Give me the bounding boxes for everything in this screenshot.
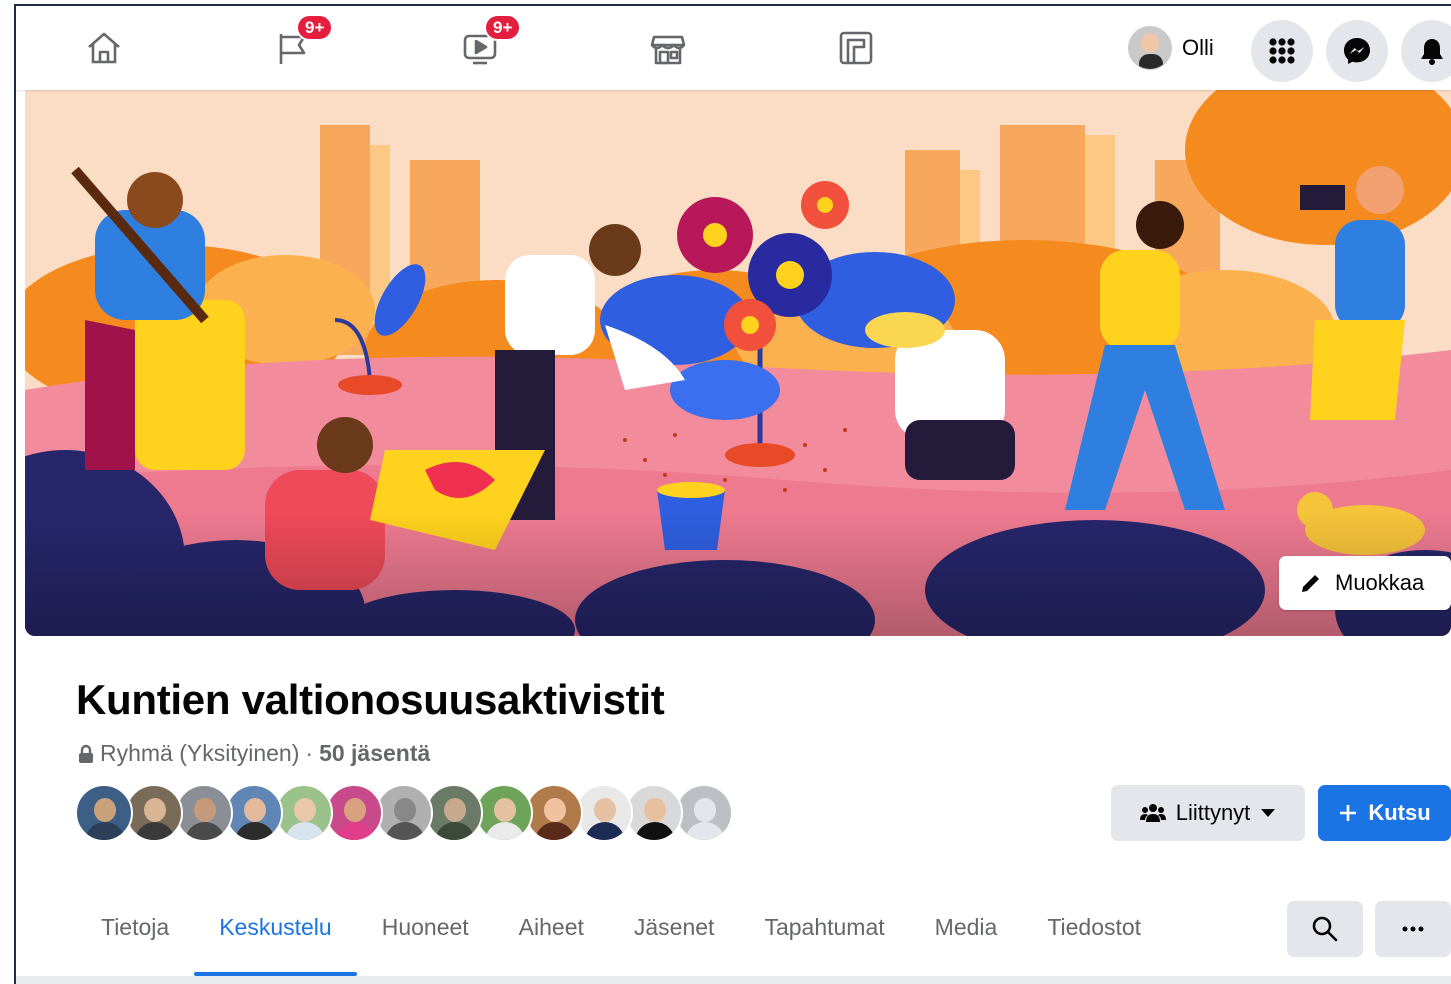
edit-cover-button[interactable]: Muokkaa: [1279, 556, 1451, 610]
video-icon[interactable]: 9+: [458, 14, 522, 70]
member-avatar[interactable]: [575, 784, 633, 842]
content-divider: [16, 976, 1451, 984]
tab-1[interactable]: Keskustelu: [194, 900, 357, 976]
member-avatar[interactable]: [675, 784, 733, 842]
gaming-icon[interactable]: [834, 26, 878, 70]
bell-icon: [1421, 39, 1443, 65]
caret-down-icon: [1261, 809, 1276, 817]
member-avatar[interactable]: [375, 784, 433, 842]
member-avatar[interactable]: [225, 784, 283, 842]
edit-cover-label: Muokkaa: [1335, 570, 1425, 595]
tab-3[interactable]: Aiheet: [494, 900, 609, 976]
tab-0[interactable]: Tietoja: [76, 900, 194, 976]
joined-label: Liittynyt: [1175, 800, 1251, 825]
member-avatar[interactable]: [625, 784, 683, 842]
ellipsis-icon: [1402, 926, 1424, 932]
profile-name: Olli: [1182, 35, 1214, 60]
group-privacy[interactable]: Ryhmä (Yksityinen): [100, 740, 299, 767]
invite-button[interactable]: Kutsu: [1318, 785, 1451, 841]
group-tabs: Tietoja Keskustelu Huoneet Aiheet Jäsenet Tap…: [76, 900, 1166, 976]
plus-icon: [1340, 805, 1357, 821]
meta-separator: ·: [305, 740, 314, 766]
video-badge: 9+: [484, 14, 522, 41]
invite-label: Kutsu: [1368, 800, 1431, 825]
tab-7[interactable]: Tiedostot: [1022, 900, 1166, 976]
cover-photo: [25, 90, 1451, 636]
joined-button[interactable]: Liittynyt: [1111, 785, 1305, 841]
group-title: Kuntien valtionosuusaktivistit: [76, 676, 665, 723]
member-avatar[interactable]: [75, 784, 133, 842]
member-facepile[interactable]: [75, 784, 733, 842]
home-icon[interactable]: [82, 26, 126, 70]
grid-menu-button[interactable]: [1251, 20, 1313, 82]
member-avatar[interactable]: [525, 784, 583, 842]
pages-badge: 9+: [296, 14, 334, 41]
top-navigation: 9+ 9+ Olli: [16, 6, 1451, 90]
pages-flag-icon[interactable]: 9+: [270, 14, 334, 70]
tab-2[interactable]: Huoneet: [357, 900, 494, 976]
members-icon: [1139, 804, 1166, 822]
tab-6[interactable]: Media: [910, 900, 1023, 976]
tab-4[interactable]: Jäsenet: [609, 900, 740, 976]
messenger-icon: [1344, 38, 1370, 64]
member-avatar[interactable]: [175, 784, 233, 842]
member-count[interactable]: 50 jäsentä: [319, 740, 430, 767]
avatar: [1128, 26, 1172, 70]
search-icon: [1312, 916, 1338, 942]
search-button[interactable]: [1287, 901, 1363, 957]
more-options-button[interactable]: [1375, 901, 1451, 957]
pencil-icon: [1302, 575, 1319, 592]
member-avatar[interactable]: [125, 784, 183, 842]
notifications-button[interactable]: [1401, 20, 1451, 82]
profile-shortcut[interactable]: Olli: [1128, 24, 1214, 72]
tab-5[interactable]: Tapahtumat: [739, 900, 909, 976]
marketplace-icon[interactable]: [646, 26, 690, 70]
lock-icon: [78, 744, 94, 764]
grid-menu-icon: [1269, 38, 1295, 64]
member-avatar[interactable]: [425, 784, 483, 842]
messenger-button[interactable]: [1326, 20, 1388, 82]
member-avatar[interactable]: [475, 784, 533, 842]
member-avatar[interactable]: [275, 784, 333, 842]
group-meta: Ryhmä (Yksityinen) · 50 jäsentä: [78, 740, 430, 767]
member-avatar[interactable]: [325, 784, 383, 842]
